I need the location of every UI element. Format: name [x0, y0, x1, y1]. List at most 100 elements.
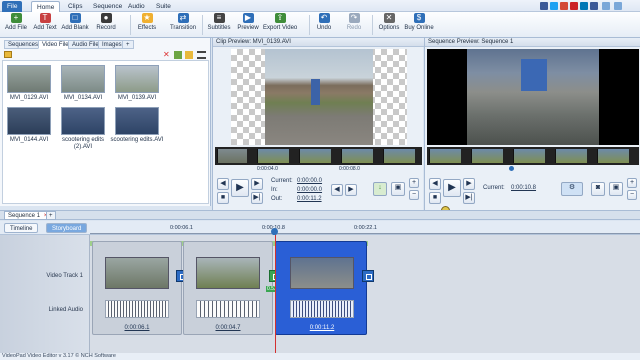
- file-thumbnail-mvi-0144[interactable]: [7, 107, 51, 135]
- sequence-tab[interactable]: Sequence 1 ×: [4, 211, 52, 220]
- storyboard-clip-3-selected[interactable]: 0:00:11.2: [275, 241, 367, 335]
- sequence-tools-icon[interactable]: ⚙: [561, 182, 583, 196]
- clip-play-button[interactable]: ▶: [231, 179, 249, 197]
- menu-tab-suite[interactable]: Suite: [151, 1, 176, 12]
- film-frame: [383, 149, 415, 163]
- menu-tab-home[interactable]: Home: [31, 1, 61, 12]
- in-point-time[interactable]: 0:00:00.0: [297, 187, 322, 193]
- file-thumbnail-mvi-0129[interactable]: [7, 65, 51, 93]
- youtube-icon[interactable]: [570, 2, 578, 10]
- clip-thumbnail: [105, 257, 169, 289]
- add-sequence-tab[interactable]: +: [46, 211, 56, 220]
- clip-thumbnail: [196, 257, 260, 289]
- buy-online-icon: $: [413, 13, 425, 23]
- sequence-playhead-marker[interactable]: [509, 166, 514, 171]
- clip-preview-panel: Clip Preview: MVI_0139.AVI 0:00:04.0 0:0…: [212, 38, 424, 210]
- current-time[interactable]: 0:00:00.0: [297, 178, 322, 184]
- redo-icon: ↷: [348, 13, 360, 23]
- seq-end-button[interactable]: ▶|: [463, 192, 475, 204]
- add-file-button[interactable]: + Add File: [3, 13, 29, 37]
- seq-prev-frame-button[interactable]: ◀: [429, 178, 441, 190]
- sort-icon[interactable]: [185, 51, 193, 59]
- seq-play-button[interactable]: ▶: [443, 179, 461, 197]
- set-in-button[interactable]: ◀: [331, 184, 343, 196]
- sequence-filmstrip[interactable]: [427, 147, 639, 165]
- help-icon[interactable]: [602, 2, 610, 10]
- facebook-icon[interactable]: [540, 2, 548, 10]
- bin-tab-sequences[interactable]: Sequences: [4, 40, 43, 49]
- bin-tab-add[interactable]: +: [122, 40, 134, 49]
- add-text-button[interactable]: T Add Text: [31, 13, 59, 37]
- set-out-button[interactable]: ▶: [345, 184, 357, 196]
- folder-icon[interactable]: [4, 51, 12, 58]
- ribbon-separator: [372, 15, 373, 35]
- in-label: In:: [271, 187, 278, 193]
- zoom-out-icon[interactable]: −: [627, 190, 637, 200]
- clip-filmstrip[interactable]: [215, 147, 422, 165]
- menu-tab-file[interactable]: File: [2, 1, 23, 12]
- storyboard-clip-1[interactable]: 0:00:06.1: [92, 241, 182, 335]
- zoom-in-icon[interactable]: +: [627, 178, 637, 188]
- minimize-ribbon-icon[interactable]: [614, 2, 622, 10]
- twitter-icon[interactable]: [550, 2, 558, 10]
- file-name: scootering edits (2).AVI: [61, 137, 105, 150]
- file-thumbnail-mvi-0134[interactable]: [61, 65, 105, 93]
- redo-button[interactable]: ↷ Redo: [344, 13, 364, 37]
- close-icon[interactable]: ✕: [163, 51, 171, 59]
- file-thumbnail-scootering-edits[interactable]: [115, 107, 159, 135]
- share-icon[interactable]: [590, 2, 598, 10]
- clip-next-frame-button[interactable]: ▶: [251, 178, 263, 190]
- snapshot-icon[interactable]: ▣: [391, 182, 405, 196]
- clip-duration[interactable]: 0:00:04.7: [198, 325, 258, 331]
- menu-tab-clips[interactable]: Clips: [63, 1, 87, 12]
- storyboard-view-tab[interactable]: Storyboard: [46, 223, 88, 233]
- seq-stop-button[interactable]: ■: [429, 192, 441, 204]
- file-thumbnail-scootering-edits-2[interactable]: [61, 107, 105, 135]
- options-button[interactable]: ✕ Options: [377, 13, 401, 37]
- effects-button[interactable]: ★ Effects: [134, 13, 160, 37]
- buy-online-button[interactable]: $ Buy Online: [404, 13, 434, 37]
- preview-button[interactable]: ▶ Preview: [236, 13, 260, 37]
- clip-preview-video[interactable]: [231, 49, 407, 145]
- undo-button[interactable]: ↶ Undo: [314, 13, 334, 37]
- google-plus-icon[interactable]: [560, 2, 568, 10]
- clip-duration[interactable]: 0:00:11.2: [292, 325, 352, 331]
- add-blank-button[interactable]: □ Add Blank: [61, 13, 89, 37]
- out-point-time[interactable]: 0:00:11.2: [297, 196, 322, 202]
- record-icon: ●: [100, 13, 112, 23]
- zoom-out-icon[interactable]: −: [409, 190, 419, 200]
- transition-button[interactable]: ⇄ Transition: [168, 13, 198, 37]
- storyboard-clip-2[interactable]: 0:00:04.7: [183, 241, 273, 335]
- clip-stop-button[interactable]: ■: [217, 192, 229, 204]
- camera-snapshot-icon[interactable]: ◙: [591, 182, 605, 196]
- file-thumbnail-mvi-0139[interactable]: [115, 65, 159, 93]
- ruler-label: 0:00:08.0: [339, 166, 360, 172]
- clip-duration[interactable]: 0:00:06.1: [107, 325, 167, 331]
- subtitles-button[interactable]: ≡ Subtitles: [205, 13, 233, 37]
- add-file-icon: +: [10, 13, 22, 23]
- file-name: MVI_0134.AVI: [63, 95, 103, 101]
- transition-slot-icon[interactable]: [362, 270, 374, 282]
- clip-prev-frame-button[interactable]: ◀: [217, 178, 229, 190]
- sequence-current-time[interactable]: 0:00:10.8: [511, 185, 536, 191]
- video-track-label: Video Track 1: [46, 273, 83, 279]
- place-down-arrow-icon[interactable]: ↓: [373, 182, 387, 196]
- menu-tab-sequence[interactable]: Sequence: [88, 1, 127, 12]
- zoom-in-icon[interactable]: +: [409, 178, 419, 188]
- list-view-icon[interactable]: [197, 51, 206, 59]
- playhead-line[interactable]: [275, 235, 276, 353]
- add-media-icon[interactable]: [174, 51, 182, 59]
- linkedin-icon[interactable]: [580, 2, 588, 10]
- seq-next-frame-button[interactable]: ▶: [463, 178, 475, 190]
- out-label: Out:: [271, 196, 283, 202]
- film-frame: [597, 149, 629, 163]
- sequence-preview-video[interactable]: [427, 49, 639, 145]
- export-video-button[interactable]: ⇪ Export Video: [263, 13, 297, 37]
- menu-tab-audio[interactable]: Audio: [123, 1, 150, 12]
- undo-icon: ↶: [318, 13, 330, 23]
- clip-end-button[interactable]: ▶|: [251, 192, 263, 204]
- timeline-view-tab[interactable]: Timeline: [4, 223, 39, 233]
- record-button[interactable]: ● Record: [92, 13, 120, 37]
- fullscreen-icon[interactable]: ▣: [609, 182, 623, 196]
- timeline-ruler[interactable]: 0:00:06.1 0:00:10.8 0:00:22.1: [90, 225, 640, 237]
